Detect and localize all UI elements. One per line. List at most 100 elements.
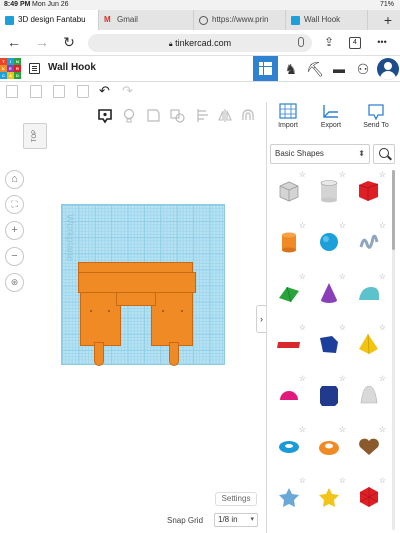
shape-tile-half-sphere[interactable]: ☆ — [268, 372, 308, 423]
shape-tile-round-roof[interactable]: ☆ — [348, 270, 388, 321]
shape-tile-cylinder-hole[interactable]: ☆ — [308, 168, 348, 219]
fit-view-icon[interactable]: ⛶ — [5, 195, 24, 214]
favorite-star-icon[interactable]: ☆ — [339, 477, 346, 485]
favorite-star-icon[interactable]: ☆ — [299, 477, 306, 485]
panel-collapse-chevron-icon[interactable]: › — [256, 305, 266, 333]
forward-icon[interactable]: → — [34, 34, 50, 50]
delete-icon[interactable] — [77, 85, 89, 98]
favorite-star-icon[interactable]: ☆ — [379, 477, 386, 485]
codeblocks-icon[interactable]: ▬ — [330, 60, 348, 78]
view-cube[interactable]: TOP — [23, 123, 47, 149]
undo-icon[interactable]: ↶ — [99, 84, 110, 98]
duplicate-icon[interactable] — [53, 85, 65, 98]
favorite-star-icon[interactable]: ☆ — [339, 375, 346, 383]
tinkercad-header: T I N K E R C A D Wall Hook ♞ ⛏ ▬ ⚇ — [0, 56, 400, 82]
import-button[interactable]: Import — [270, 102, 306, 136]
wall-hook-model[interactable] — [78, 262, 203, 372]
favorite-star-icon[interactable]: ☆ — [299, 171, 306, 179]
screw-hole — [181, 310, 183, 312]
align-icon[interactable] — [197, 109, 208, 122]
export-icon — [323, 105, 338, 118]
shape-tile-pyramid[interactable]: ☆ — [348, 321, 388, 372]
avatar[interactable] — [377, 58, 399, 80]
shape-tile-box[interactable]: ☆ — [348, 168, 388, 219]
tab-printables[interactable]: https://www.prin — [194, 10, 286, 30]
favorite-star-icon[interactable]: ☆ — [379, 324, 386, 332]
tab-overview-button[interactable]: 4 — [349, 37, 361, 49]
microphone-icon[interactable] — [298, 37, 304, 47]
3d-view-grid-icon[interactable] — [253, 56, 278, 81]
zoom-in-icon[interactable]: + — [5, 221, 24, 240]
favorite-star-icon[interactable]: ☆ — [339, 171, 346, 179]
shape-tile-polygon[interactable]: ☆ — [308, 321, 348, 372]
project-title[interactable]: Wall Hook — [48, 62, 96, 73]
shape-tile-icosahedron[interactable]: ☆ — [348, 474, 388, 525]
add-user-icon[interactable]: ⚇ — [354, 60, 372, 78]
home-view-icon[interactable]: ⌂ — [5, 170, 24, 189]
paraboloid-icon — [360, 385, 378, 404]
tab-wall-hook[interactable]: Wall Hook — [286, 10, 368, 30]
browser-tab-strip: 3D design Fantabu M Gmail https://www.pr… — [0, 10, 400, 30]
favorite-star-icon[interactable]: ☆ — [299, 273, 306, 281]
favorite-star-icon[interactable]: ☆ — [379, 375, 386, 383]
back-icon[interactable]: ← — [6, 34, 22, 50]
shape-tile-tube[interactable]: ☆ — [308, 423, 348, 474]
address-bar[interactable]: 🔒︎ tinkercad.com — [88, 34, 312, 52]
favorite-star-icon[interactable]: ☆ — [339, 222, 346, 230]
favorite-star-icon[interactable]: ☆ — [299, 426, 306, 434]
favorite-star-icon[interactable]: ☆ — [299, 324, 306, 332]
group-icon[interactable] — [170, 109, 185, 123]
shape-tile-roof[interactable]: ☆ — [268, 270, 308, 321]
shape-tile-cylinder[interactable]: ☆ — [268, 219, 308, 270]
paste-icon[interactable] — [30, 85, 42, 98]
favorite-star-icon[interactable]: ☆ — [299, 222, 306, 230]
shape-tile-star-gold[interactable]: ☆ — [308, 474, 348, 525]
comment-icon[interactable] — [98, 109, 112, 124]
shape-category-select[interactable]: Basic Shapes — [270, 144, 370, 164]
favorite-star-icon[interactable]: ☆ — [339, 273, 346, 281]
perspective-icon[interactable]: ⊛ — [5, 273, 24, 292]
zoom-out-icon[interactable]: − — [5, 247, 24, 266]
light-bulb-icon[interactable] — [123, 108, 135, 123]
favorite-star-icon[interactable]: ☆ — [379, 273, 386, 281]
new-tab-button[interactable]: + — [384, 13, 392, 27]
shape-tile-box-hole[interactable]: ☆ — [268, 168, 308, 219]
magnet-icon[interactable] — [242, 109, 254, 120]
screw-hole — [162, 310, 164, 312]
share-icon[interactable]: ⇪ — [321, 34, 337, 50]
design-menu-icon[interactable] — [29, 63, 40, 74]
tab-gmail[interactable]: M Gmail — [99, 10, 194, 30]
favorite-star-icon[interactable]: ☆ — [339, 426, 346, 434]
logo-letter: E — [7, 65, 14, 72]
mirror-icon[interactable] — [218, 109, 232, 122]
shape-tile-hexagonal-prism[interactable]: ☆ — [308, 372, 348, 423]
shape-tile-heart[interactable]: ☆ — [348, 423, 388, 474]
favorite-star-icon[interactable]: ☆ — [379, 222, 386, 230]
export-button[interactable]: Export — [313, 102, 349, 136]
shape-tile-scribble[interactable]: ☆ — [348, 219, 388, 270]
settings-button[interactable]: Settings — [215, 492, 257, 506]
snap-grid-select[interactable]: 1/8 in — [214, 513, 258, 527]
shape-tile-paraboloid[interactable]: ☆ — [348, 372, 388, 423]
shape-tile-torus[interactable]: ☆ — [268, 423, 308, 474]
circuits-icon[interactable]: ♞ — [282, 60, 300, 78]
favorite-star-icon[interactable]: ☆ — [379, 426, 386, 434]
pickaxe-icon[interactable]: ⛏ — [306, 60, 324, 78]
shape-note-icon[interactable] — [147, 109, 160, 122]
shape-search-icon[interactable] — [373, 144, 395, 164]
favorite-star-icon[interactable]: ☆ — [379, 171, 386, 179]
shape-tile-sphere[interactable]: ☆ — [308, 219, 348, 270]
more-menu-icon[interactable]: ••• — [374, 34, 390, 50]
shape-tile-text[interactable]: ☆ — [268, 321, 308, 372]
favorite-star-icon[interactable]: ☆ — [339, 324, 346, 332]
shape-tile-cone[interactable]: ☆ — [308, 270, 348, 321]
tab-3d-design[interactable]: 3D design Fantabu — [0, 10, 99, 30]
redo-icon[interactable]: ↷ — [122, 84, 133, 98]
shape-tile-star[interactable]: ☆ — [268, 474, 308, 525]
shapes-scrollbar[interactable] — [392, 170, 395, 530]
tinkercad-logo[interactable]: T I N K E R C A D — [0, 58, 22, 80]
reload-icon[interactable]: ↻ — [61, 34, 77, 50]
favorite-star-icon[interactable]: ☆ — [299, 375, 306, 383]
copy-icon[interactable] — [6, 85, 18, 98]
send-to-button[interactable]: Send To — [356, 102, 396, 136]
